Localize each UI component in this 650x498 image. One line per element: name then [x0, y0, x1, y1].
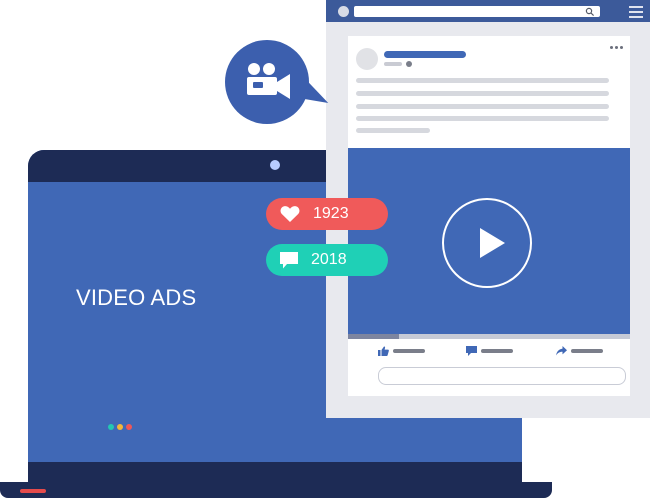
likes-count: 1923 — [313, 205, 349, 222]
heart-icon — [280, 206, 300, 222]
video-ads-title: VIDEO ADS — [76, 285, 197, 310]
post-text-line — [356, 78, 609, 83]
post-text-line — [356, 91, 609, 96]
video-player[interactable] — [348, 148, 630, 334]
like-action[interactable] — [378, 346, 425, 356]
comment-input[interactable] — [378, 367, 626, 385]
comments-count: 2018 — [311, 251, 347, 268]
thumbs-up-icon — [378, 346, 389, 356]
likes-badge[interactable]: 1923 — [266, 198, 388, 230]
comments-badge[interactable]: 2018 — [266, 244, 388, 276]
hamburger-menu-icon[interactable] — [629, 6, 643, 18]
comment-bubble-icon — [280, 251, 298, 268]
share-label-placeholder — [571, 349, 603, 353]
post-text-line — [356, 116, 609, 121]
power-indicator — [20, 489, 46, 493]
laptop-base — [0, 482, 552, 498]
loading-dot — [108, 424, 114, 430]
laptop-bottom-bezel — [28, 462, 522, 482]
video-progress-bar[interactable] — [348, 334, 630, 339]
video-progress-fill — [348, 334, 399, 339]
post-text-line — [356, 104, 609, 109]
loading-dot — [117, 424, 123, 430]
comment-action[interactable] — [466, 346, 513, 356]
video-camera-icon — [247, 63, 290, 99]
privacy-icon — [406, 61, 412, 67]
post-text-line — [356, 128, 430, 133]
like-label-placeholder — [393, 349, 425, 353]
avatar[interactable] — [356, 48, 378, 70]
loading-dot — [126, 424, 132, 430]
loading-dots — [108, 424, 132, 430]
video-camera-bubble — [225, 40, 309, 124]
social-post — [348, 36, 630, 396]
profile-dot[interactable] — [338, 6, 349, 17]
share-icon — [556, 346, 567, 356]
browser-toolbar — [326, 0, 650, 22]
comment-icon — [466, 346, 477, 356]
play-icon[interactable] — [480, 228, 505, 258]
more-options-icon[interactable] — [610, 46, 623, 49]
post-time-placeholder — [384, 62, 402, 66]
post-author-placeholder[interactable] — [384, 51, 466, 58]
share-action[interactable] — [556, 346, 603, 356]
search-input[interactable] — [354, 6, 600, 17]
search-icon[interactable] — [585, 7, 595, 17]
comment-label-placeholder — [481, 349, 513, 353]
webcam-dot — [270, 160, 280, 170]
